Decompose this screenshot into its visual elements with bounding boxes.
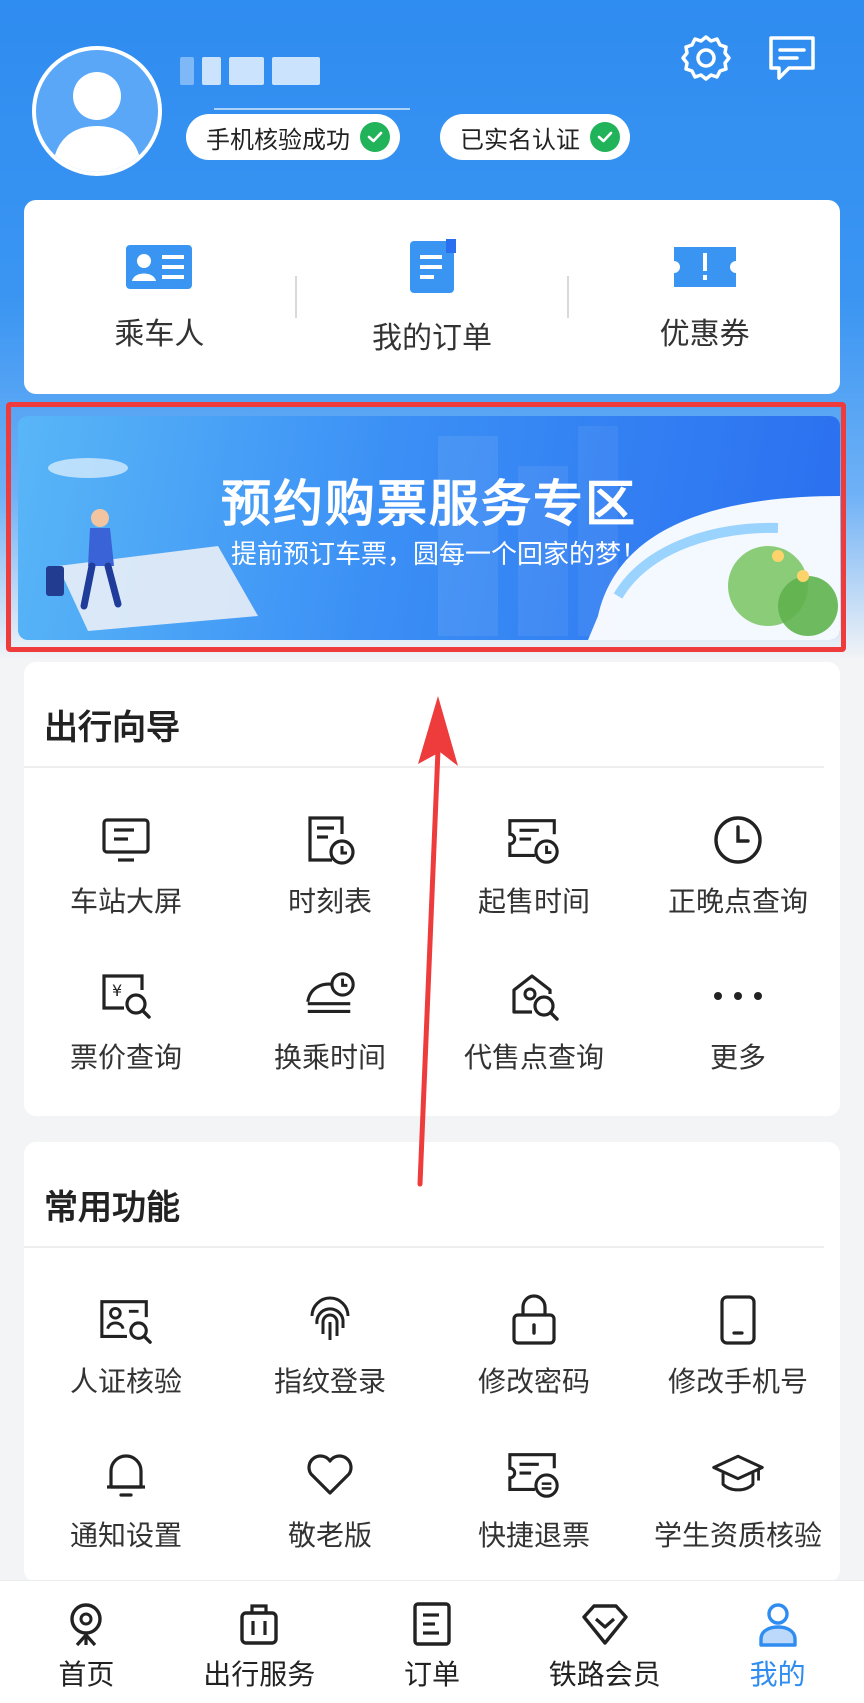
grid-item-label: 正晚点查询 [667, 885, 808, 918]
quick-link-passenger[interactable]: 乘车人 [24, 241, 295, 353]
realname-verified-badge: 已实名认证 [440, 114, 630, 160]
coupon-ticket-icon [673, 247, 736, 287]
grid-item-notification[interactable]: 通知设置 [24, 1446, 228, 1554]
fare-search-icon: ¥ [98, 968, 154, 1024]
tab-label: 我的 [749, 1658, 806, 1691]
username-masked [180, 54, 320, 88]
order-doc-icon [410, 239, 456, 293]
tab-label: 订单 [403, 1658, 460, 1691]
grid-item-quick-refund[interactable]: 快捷退票 [432, 1446, 636, 1554]
grid-item-station-screen[interactable]: 车站大屏 [24, 812, 228, 920]
grid-item-label: 修改密码 [477, 1365, 590, 1398]
grid-item-elder-mode[interactable]: 敬老版 [228, 1446, 432, 1554]
quick-link-label: 乘车人 [114, 317, 205, 352]
quick-link-coupons[interactable]: 优惠券 [569, 241, 840, 353]
station-screen-icon [98, 812, 154, 868]
check-icon [590, 122, 620, 152]
grid-item-fare[interactable]: ¥ 票价查询 [24, 968, 228, 1076]
diamond-icon [582, 1604, 628, 1645]
agency-search-icon [506, 968, 562, 1024]
common-functions-row-1: 人证核验 指纹登录 修改密码 修改手机号 [24, 1292, 840, 1400]
grid-item-label: 代售点查询 [463, 1041, 604, 1074]
user-icon [758, 1603, 797, 1647]
divider [24, 1246, 824, 1248]
timetable-icon [302, 812, 358, 868]
quick-link-label: 我的订单 [372, 321, 492, 356]
sale-time-icon [506, 812, 562, 868]
svg-text:¥: ¥ [112, 981, 122, 1000]
grid-item-id-verify[interactable]: 人证核验 [24, 1292, 228, 1400]
heart-icon [302, 1446, 358, 1502]
grid-item-change-phone[interactable]: 修改手机号 [636, 1292, 840, 1400]
grid-item-label: 指纹登录 [273, 1365, 386, 1398]
username-underline [214, 108, 410, 110]
quick-links-card: 乘车人 我的订单 优惠券 [24, 200, 840, 394]
phone-icon [710, 1292, 766, 1348]
lock-icon [506, 1292, 562, 1348]
quick-link-label: 优惠券 [659, 317, 750, 352]
highlight-annotation-frame [6, 402, 846, 652]
badge-label: 已实名认证 [460, 125, 580, 154]
grid-item-label: 人证核验 [69, 1365, 182, 1398]
section-title: 常用功能 [44, 1188, 180, 1228]
grid-item-label: 修改手机号 [667, 1365, 808, 1398]
fingerprint-icon [302, 1292, 358, 1348]
common-functions-row-2: 通知设置 敬老版 快捷退票 学生资质核验 [24, 1446, 840, 1554]
grid-item-label: 学生资质核验 [653, 1519, 822, 1552]
grid-item-label: 敬老版 [287, 1519, 372, 1552]
tab-home[interactable]: 首页 [0, 1581, 173, 1703]
graduation-cap-icon [710, 1446, 766, 1502]
grid-item-label: 换乘时间 [273, 1041, 386, 1074]
grid-item-student-verify[interactable]: 学生资质核验 [636, 1446, 840, 1554]
passenger-card-icon [126, 245, 193, 289]
grid-item-label: 起售时间 [477, 885, 590, 918]
clock-icon [710, 812, 766, 868]
grid-item-fingerprint[interactable]: 指纹登录 [228, 1292, 432, 1400]
grid-item-change-password[interactable]: 修改密码 [432, 1292, 636, 1400]
section-title: 出行向导 [44, 708, 180, 748]
bell-icon [98, 1446, 154, 1502]
bottom-tab-bar: 首页 出行服务 订单 铁路会员 我的 [0, 1580, 864, 1703]
tab-mine[interactable]: 我的 [691, 1581, 864, 1703]
tab-label: 出行服务 [203, 1658, 316, 1691]
tab-label: 铁路会员 [548, 1658, 661, 1691]
grid-item-label: 更多 [709, 1041, 766, 1074]
order-icon [413, 1602, 451, 1646]
grid-item-label: 快捷退票 [477, 1519, 590, 1552]
grid-item-punctuality[interactable]: 正晚点查询 [636, 812, 840, 920]
message-icon[interactable] [764, 30, 820, 86]
check-icon [360, 122, 390, 152]
tab-travel-service[interactable]: 出行服务 [173, 1581, 346, 1703]
quick-link-orders[interactable]: 我的订单 [297, 237, 568, 357]
grid-item-label: 时刻表 [287, 885, 372, 918]
id-verify-icon [98, 1292, 154, 1348]
grid-item-label: 票价查询 [69, 1041, 182, 1074]
grid-item-label: 通知设置 [69, 1519, 182, 1552]
grid-item-more[interactable]: 更多 [636, 968, 840, 1076]
grid-item-label: 车站大屏 [69, 885, 182, 918]
tab-railway-member[interactable]: 铁路会员 [518, 1581, 691, 1703]
settings-icon[interactable] [678, 30, 734, 86]
badge-label: 手机核验成功 [206, 125, 350, 154]
home-train-icon [70, 1603, 103, 1647]
more-icon [710, 968, 766, 1024]
phone-verified-badge: 手机核验成功 [186, 114, 400, 160]
tab-label: 首页 [58, 1658, 115, 1691]
luggage-icon [240, 1604, 278, 1645]
refund-ticket-icon [506, 1446, 562, 1502]
avatar[interactable] [32, 46, 162, 176]
transfer-time-icon [302, 968, 358, 1024]
common-functions-card: 常用功能 人证核验 指纹登录 修改密码 修改手机号 通知设置 敬老版 快捷退票 … [24, 1142, 840, 1582]
annotation-arrow [417, 696, 458, 1187]
tab-orders[interactable]: 订单 [346, 1581, 519, 1703]
